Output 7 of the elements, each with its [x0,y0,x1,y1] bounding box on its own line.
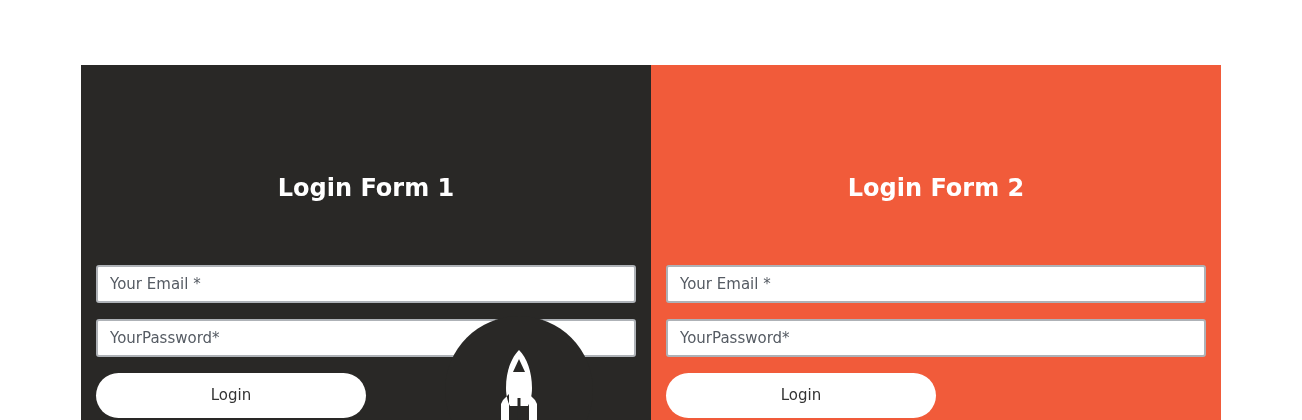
form-title: Login Form 2 [847,174,1025,202]
login-button[interactable]: Login [666,373,936,418]
input-field[interactable]: Your Email * [96,265,636,303]
login-button[interactable]: Login [96,373,366,418]
input-field[interactable]: YourPassword* [666,319,1206,357]
input-field[interactable]: Your Email * [666,265,1206,303]
form-title: Login Form 1 [277,174,455,202]
